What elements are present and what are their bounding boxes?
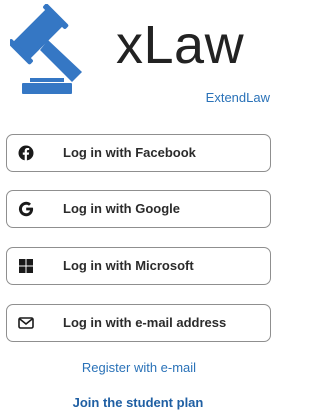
google-icon [18, 201, 34, 217]
email-login-button[interactable]: Log in with e-mail address [6, 304, 271, 342]
register-email-link[interactable]: Register with e-mail [0, 360, 278, 375]
extendlaw-link[interactable]: ExtendLaw [206, 90, 270, 105]
app-title: xLaw [116, 15, 245, 75]
mail-icon [18, 317, 34, 329]
microsoft-login-button[interactable]: Log in with Microsoft [6, 247, 271, 285]
gavel-icon [10, 4, 82, 94]
microsoft-login-label: Log in with Microsoft [63, 258, 194, 273]
facebook-login-label: Log in with Facebook [63, 145, 196, 160]
google-login-label: Log in with Google [63, 201, 180, 216]
microsoft-icon [19, 259, 33, 273]
facebook-login-button[interactable]: Log in with Facebook [6, 134, 271, 172]
google-login-button[interactable]: Log in with Google [6, 190, 271, 228]
student-plan-link[interactable]: Join the student plan [0, 395, 276, 410]
email-login-label: Log in with e-mail address [63, 315, 227, 330]
facebook-icon [18, 145, 34, 161]
